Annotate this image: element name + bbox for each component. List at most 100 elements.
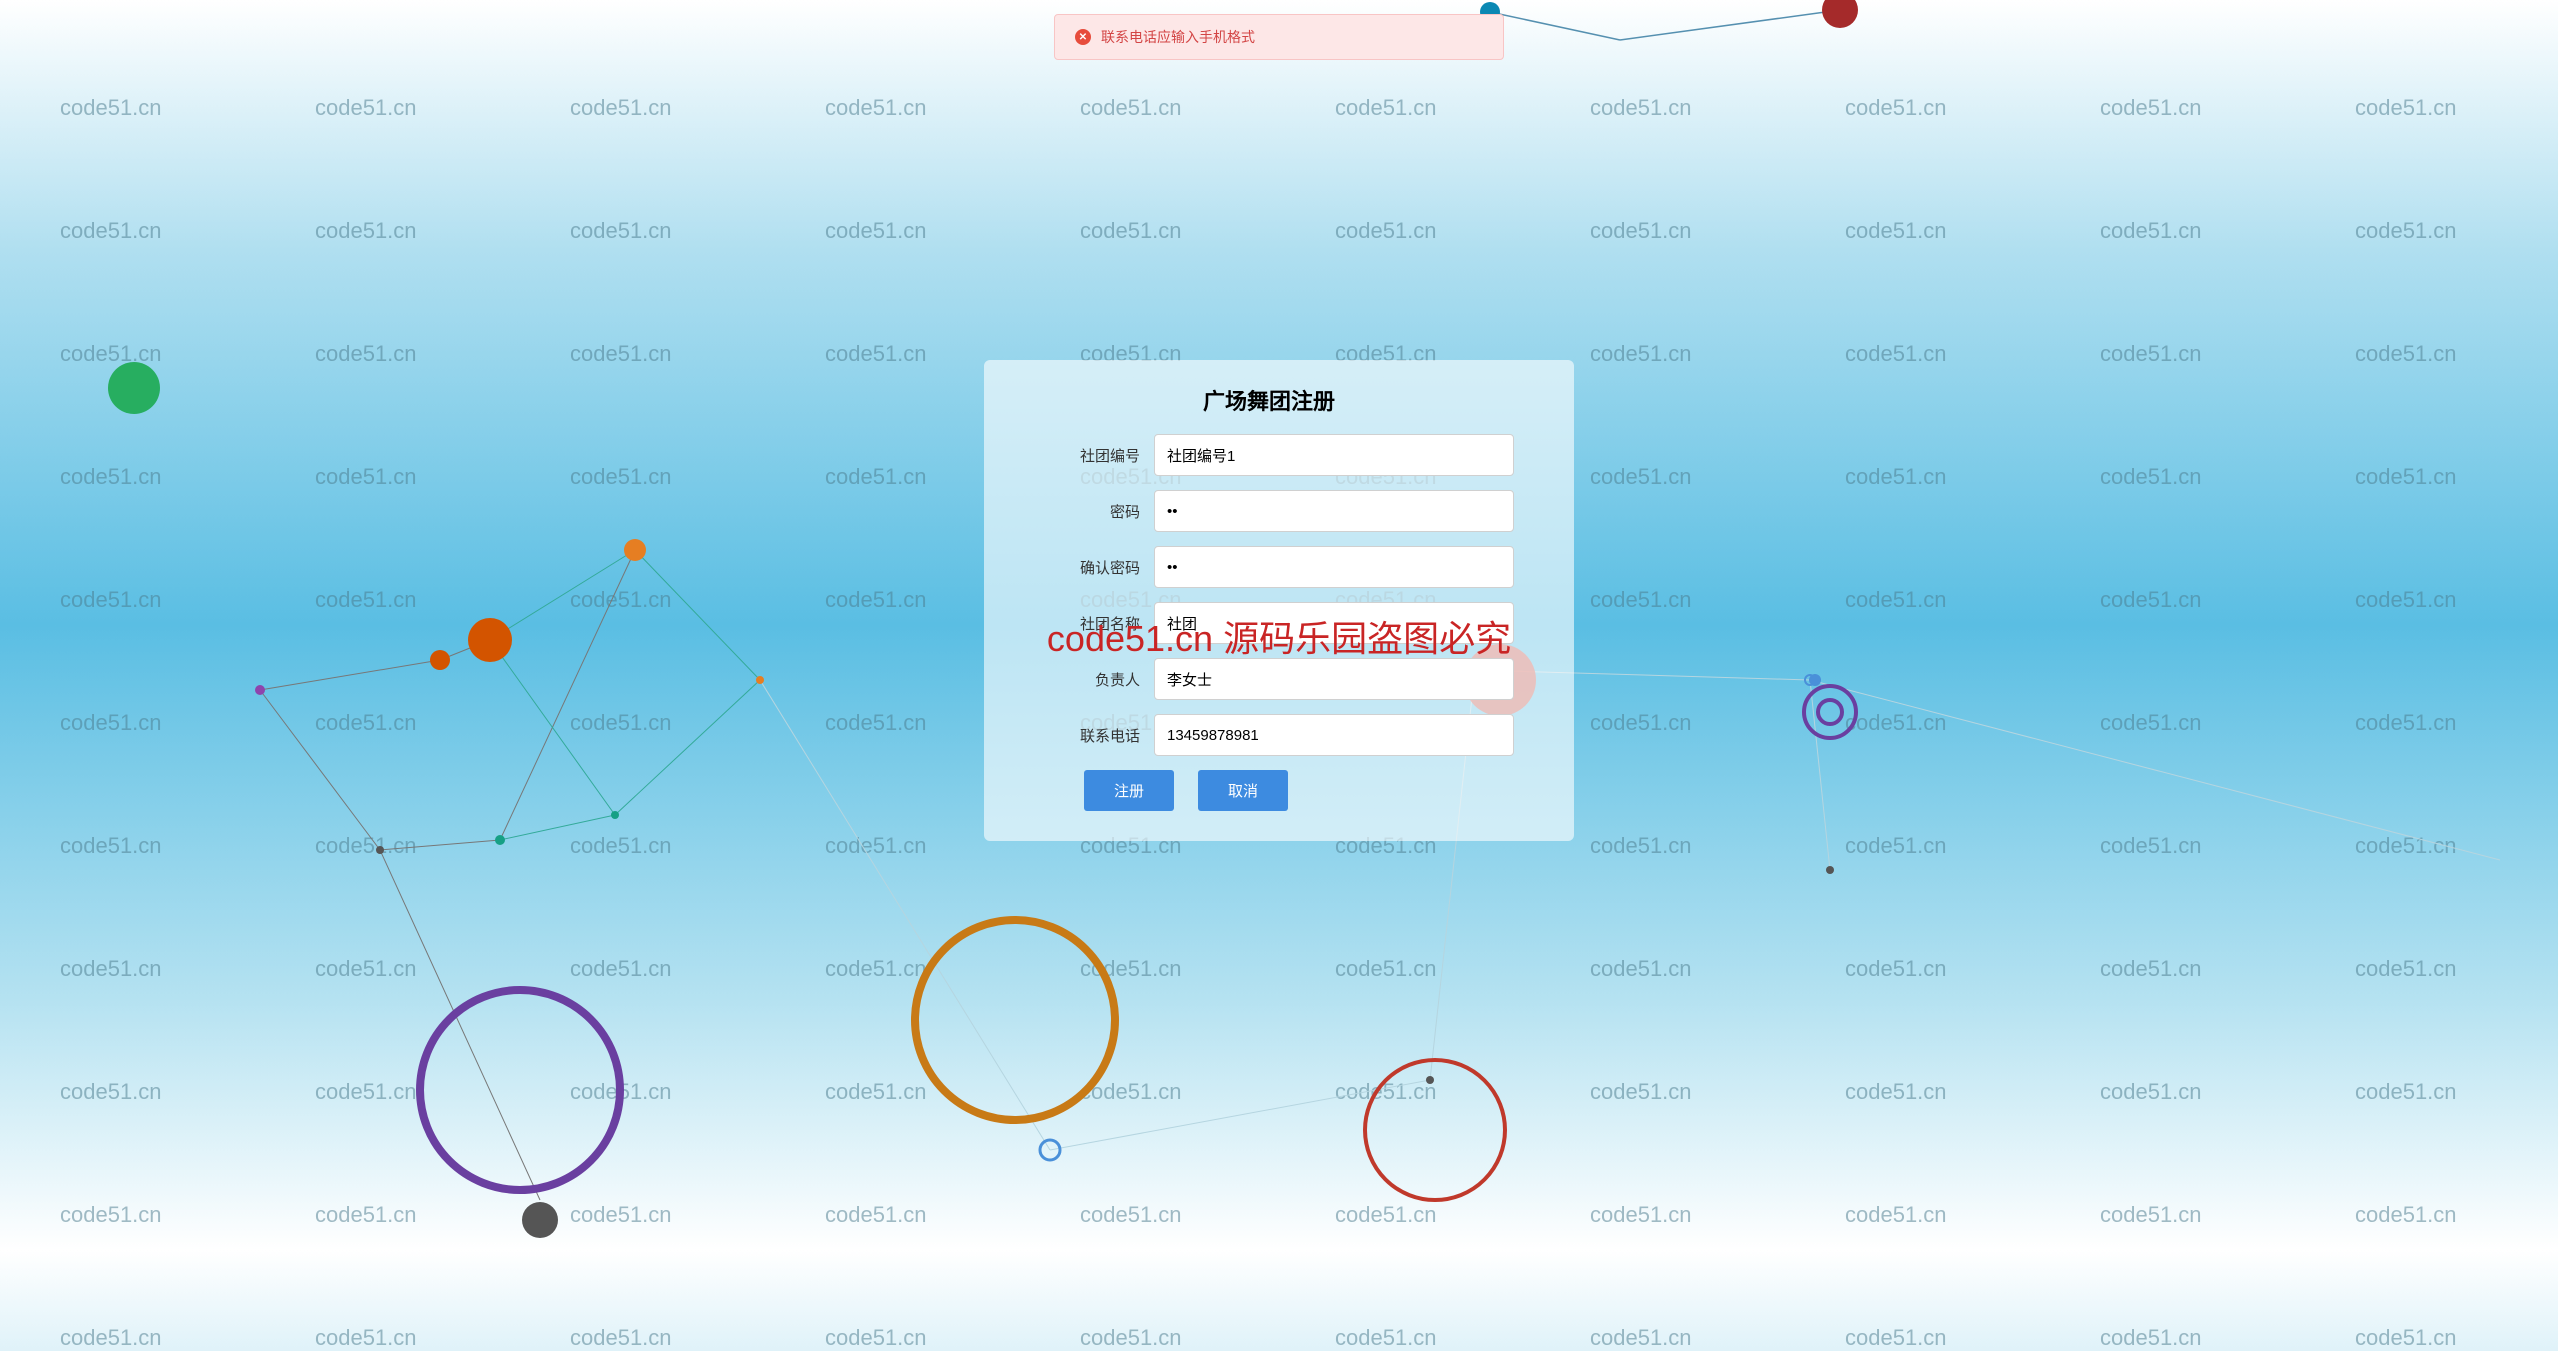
watermark-text: code51.cn	[825, 464, 927, 490]
watermark-text: code51.cn	[1845, 341, 1947, 367]
watermark-text: code51.cn	[315, 1325, 417, 1351]
confirm-password-input[interactable]	[1154, 546, 1514, 588]
watermark-text: code51.cn	[570, 833, 672, 859]
submit-button[interactable]: 注册	[1084, 770, 1174, 811]
watermark-text: code51.cn	[570, 956, 672, 982]
watermark-text: code51.cn	[60, 341, 162, 367]
watermark-text: code51.cn	[2355, 464, 2457, 490]
watermark-text: code51.cn	[2355, 1202, 2457, 1228]
watermark-text: code51.cn	[2100, 1202, 2202, 1228]
watermark-text: code51.cn	[825, 956, 927, 982]
cancel-button[interactable]: 取消	[1198, 770, 1288, 811]
watermark-text: code51.cn	[2100, 95, 2202, 121]
watermark-text: code51.cn	[1845, 710, 1947, 736]
leader-input[interactable]	[1154, 658, 1514, 700]
watermark-text: code51.cn	[1845, 1202, 1947, 1228]
watermark-text: code51.cn	[570, 1325, 672, 1351]
watermark-text: code51.cn	[825, 1325, 927, 1351]
watermark-text: code51.cn	[1845, 956, 1947, 982]
watermark-text: code51.cn	[825, 1079, 927, 1105]
watermark-text: code51.cn	[60, 833, 162, 859]
form-row-leader: 负责人	[1024, 658, 1514, 700]
watermark-text: code51.cn	[570, 341, 672, 367]
watermark-text: code51.cn	[1335, 956, 1437, 982]
watermark-text: code51.cn	[825, 341, 927, 367]
watermark-text: code51.cn	[315, 1079, 417, 1105]
watermark-text: code51.cn	[2355, 710, 2457, 736]
watermark-text: code51.cn	[315, 218, 417, 244]
error-message: 联系电话应输入手机格式	[1101, 27, 1255, 47]
watermark-text: code51.cn	[1845, 833, 1947, 859]
watermark-text: code51.cn	[60, 464, 162, 490]
watermark-text: code51.cn	[2355, 587, 2457, 613]
watermark-text: code51.cn	[315, 1202, 417, 1228]
watermark-text: code51.cn	[2355, 95, 2457, 121]
watermark-text: code51.cn	[2100, 1325, 2202, 1351]
watermark-text: code51.cn	[315, 587, 417, 613]
password-input[interactable]	[1154, 490, 1514, 532]
watermark-text: code51.cn	[2100, 833, 2202, 859]
error-toast: ✕ 联系电话应输入手机格式	[1054, 14, 1504, 60]
form-button-row: 注册 取消	[1024, 770, 1514, 811]
watermark-text: code51.cn	[2100, 341, 2202, 367]
watermark-text: code51.cn	[2355, 956, 2457, 982]
phone-input[interactable]	[1154, 714, 1514, 756]
watermark-text: code51.cn	[825, 710, 927, 736]
watermark-text: code51.cn	[60, 1079, 162, 1105]
watermark-text: code51.cn	[60, 95, 162, 121]
watermark-text: code51.cn	[315, 956, 417, 982]
watermark-text: code51.cn	[1590, 833, 1692, 859]
watermark-text: code51.cn	[825, 95, 927, 121]
club-id-input[interactable]	[1154, 434, 1514, 476]
registration-form-panel: 广场舞团注册 社团编号 密码 确认密码 社团名称 负责人 联系电话 注册 取消	[984, 360, 1574, 841]
watermark-text: code51.cn	[1080, 218, 1182, 244]
watermark-text: code51.cn	[2355, 1079, 2457, 1105]
watermark-text: code51.cn	[570, 1202, 672, 1228]
confirm-password-label: 确认密码	[1024, 557, 1154, 578]
watermark-text: code51.cn	[1845, 95, 1947, 121]
watermark-text: code51.cn	[1335, 218, 1437, 244]
watermark-text: code51.cn	[2100, 956, 2202, 982]
watermark-text: code51.cn	[1590, 95, 1692, 121]
watermark-text: code51.cn	[570, 464, 672, 490]
watermark-text: code51.cn	[1080, 1325, 1182, 1351]
form-row-phone: 联系电话	[1024, 714, 1514, 756]
leader-label: 负责人	[1024, 669, 1154, 690]
watermark-text: code51.cn	[315, 833, 417, 859]
watermark-text: code51.cn	[1080, 956, 1182, 982]
watermark-text: code51.cn	[1590, 587, 1692, 613]
watermark-text: code51.cn	[1845, 587, 1947, 613]
watermark-text: code51.cn	[570, 95, 672, 121]
watermark-text: code51.cn	[570, 587, 672, 613]
error-icon: ✕	[1075, 29, 1091, 45]
watermark-text: code51.cn	[2100, 464, 2202, 490]
watermark-text: code51.cn	[1590, 218, 1692, 244]
watermark-text: code51.cn	[1845, 1079, 1947, 1105]
phone-label: 联系电话	[1024, 725, 1154, 746]
watermark-text: code51.cn	[2355, 1325, 2457, 1351]
watermark-text: code51.cn	[1080, 1079, 1182, 1105]
watermark-text: code51.cn	[1845, 464, 1947, 490]
watermark-text: code51.cn	[315, 710, 417, 736]
form-row-confirm-password: 确认密码	[1024, 546, 1514, 588]
watermark-text: code51.cn	[60, 218, 162, 244]
watermark-text: code51.cn	[1080, 95, 1182, 121]
watermark-text: code51.cn	[1080, 1202, 1182, 1228]
watermark-text: code51.cn	[825, 1202, 927, 1228]
watermark-text: code51.cn	[1335, 95, 1437, 121]
password-label: 密码	[1024, 501, 1154, 522]
watermark-text: code51.cn	[1590, 1202, 1692, 1228]
form-row-club-id: 社团编号	[1024, 434, 1514, 476]
watermark-text: code51.cn	[1335, 1079, 1437, 1105]
watermark-text: code51.cn	[315, 95, 417, 121]
club-id-label: 社团编号	[1024, 445, 1154, 466]
watermark-text: code51.cn	[570, 218, 672, 244]
club-name-input[interactable]	[1154, 602, 1514, 644]
watermark-text: code51.cn	[2100, 1079, 2202, 1105]
watermark-text: code51.cn	[1845, 218, 1947, 244]
club-name-label: 社团名称	[1024, 613, 1154, 634]
watermark-text: code51.cn	[2100, 587, 2202, 613]
watermark-text: code51.cn	[570, 1079, 672, 1105]
watermark-text: code51.cn	[60, 956, 162, 982]
watermark-text: code51.cn	[1590, 956, 1692, 982]
